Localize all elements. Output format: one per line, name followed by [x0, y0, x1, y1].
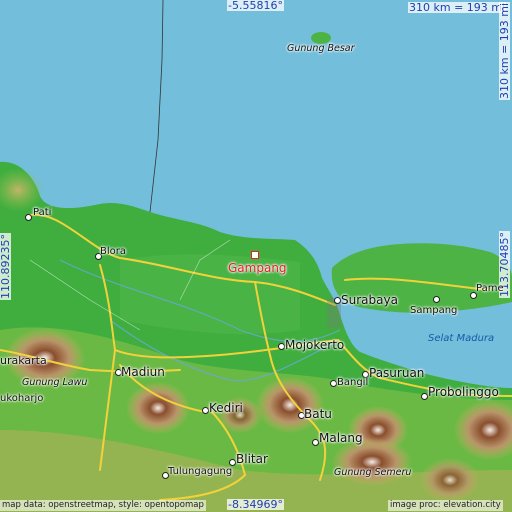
place-blora: Blora	[100, 246, 126, 257]
place-gunung-lawu: Gunung Lawu	[22, 377, 88, 388]
city-dot-kediri	[202, 407, 209, 414]
city-dot-surabaya	[334, 297, 341, 304]
place-selat-madura: Selat Madura	[428, 333, 495, 344]
location-marker-label: Gampang	[228, 261, 287, 275]
place-sampang: Sampang	[410, 305, 458, 316]
place-bangil: Bangil	[337, 377, 369, 388]
place-mojokerto: Mojokerto	[285, 338, 345, 352]
city-dot-pati	[25, 214, 32, 221]
city-dot-probolinggo	[421, 393, 428, 400]
place-madiun: Madiun	[121, 365, 165, 379]
place-surakarta: urakarta	[0, 354, 47, 367]
city-dot-bangil	[330, 380, 337, 387]
place-kediri: Kediri	[209, 401, 243, 415]
place-surabaya: Surabaya	[341, 293, 398, 307]
place-gunung-besar: Gunung Besar	[287, 43, 355, 54]
gunung-semeru-massif	[332, 438, 412, 486]
city-dot-malang	[312, 439, 319, 446]
place-probolinggo: Probolinggo	[428, 385, 499, 399]
map-credit-right: image proc: elevation.city	[388, 500, 503, 511]
latitude-top-label: -5.55816°	[227, 0, 284, 12]
place-tulungagung: Tulungagung	[168, 466, 233, 477]
scale-right-label: 310 km = 193 mi	[498, 1, 511, 100]
map-credit-left: map data: openstreetmap, style: opentopo…	[0, 500, 206, 511]
city-dot-blitar	[229, 459, 236, 466]
place-blitar: Blitar	[236, 452, 268, 466]
scale-top-label: 310 km = 193 mi	[408, 1, 507, 14]
map-view[interactable]: -5.55816° 310 km = 193 mi -8.34969° 110.…	[0, 0, 512, 512]
latitude-bottom-label: -8.34969°	[227, 498, 284, 511]
place-pati: Pati	[33, 207, 52, 218]
longitude-left-label: 110.89235°	[0, 233, 12, 300]
place-sukoharjo: ukoharjo	[0, 393, 44, 404]
place-pamekasan: Pame	[476, 283, 504, 294]
place-pasuruan: Pasuruan	[369, 366, 425, 380]
city-dot-mojokerto	[278, 343, 285, 350]
location-marker[interactable]	[251, 251, 259, 259]
place-gunung-semeru: Gunung Semeru	[334, 467, 412, 478]
city-dot-sampang	[433, 296, 440, 303]
place-batu: Batu	[304, 407, 332, 421]
place-malang: Malang	[319, 431, 363, 445]
